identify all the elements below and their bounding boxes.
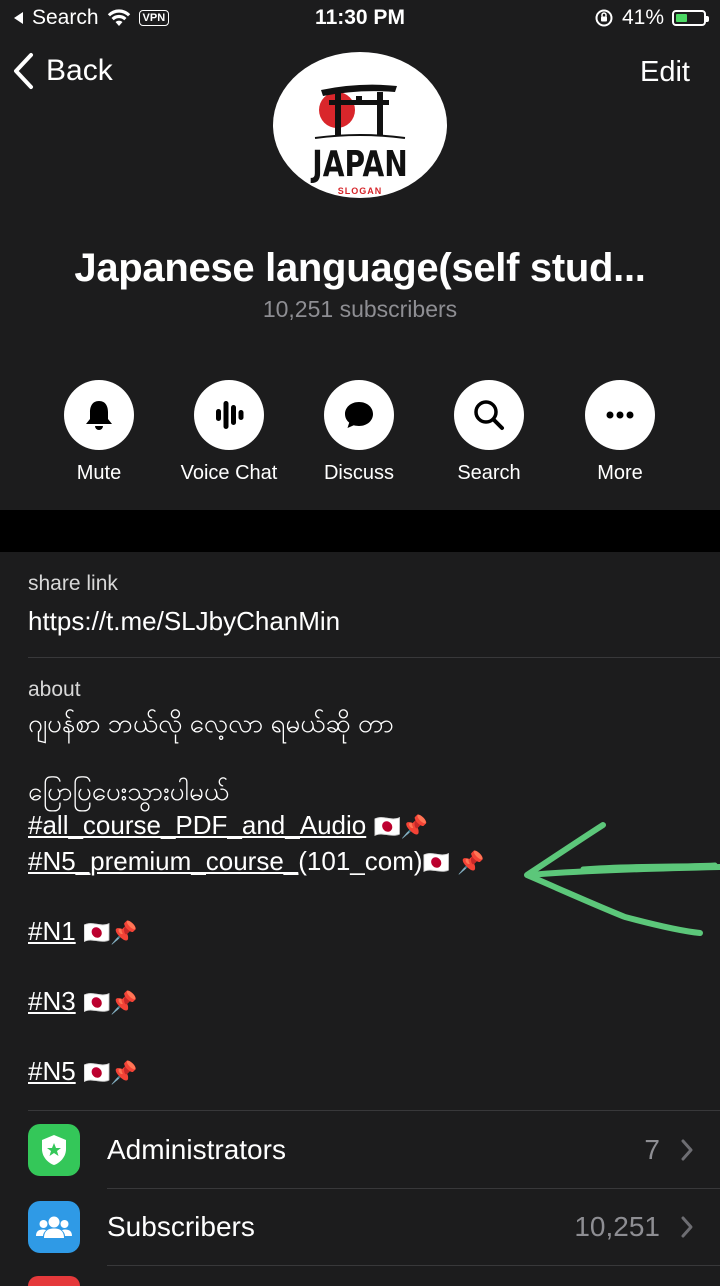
people-icon xyxy=(28,1201,80,1253)
mute-button[interactable]: Mute xyxy=(34,380,164,485)
action-bar: Mute Voice Chat Discuss Search More xyxy=(0,380,720,490)
separator xyxy=(28,657,720,658)
status-bar: Search VPN 11:30 PM 41% xyxy=(0,0,720,36)
chevron-right-icon xyxy=(681,1216,693,1238)
japan-flag-icon: 🇯🇵 xyxy=(373,814,401,839)
hashtag-n5-premium-suffix: (101_com) xyxy=(298,846,423,876)
subscriber-count: 10,251 subscribers xyxy=(262,296,458,322)
orientation-lock-icon xyxy=(595,9,613,27)
administrators-count: 7 xyxy=(644,1134,660,1165)
separator xyxy=(107,1265,720,1266)
hashtag-n5[interactable]: #N5 xyxy=(28,1056,76,1086)
japan-flag-icon: 🇯🇵 xyxy=(82,990,111,1015)
japan-flag-icon: 🇯🇵 xyxy=(82,920,111,945)
share-link-label: share link xyxy=(28,572,118,595)
admin-shield-icon xyxy=(28,1124,80,1176)
back-button[interactable]: Back xyxy=(12,52,113,90)
about-label: about xyxy=(28,678,81,701)
back-label: Back xyxy=(46,54,113,87)
more-label: More xyxy=(597,462,643,484)
voice-chat-label: Voice Chat xyxy=(180,462,278,484)
hashtag-n3[interactable]: #N3 xyxy=(28,986,76,1016)
edit-button[interactable]: Edit xyxy=(640,56,690,89)
discuss-button[interactable]: Discuss xyxy=(294,380,424,485)
pushpin-icon: 📌 xyxy=(457,850,485,875)
hashtag-all-course[interactable]: #all_course_PDF_and_Audio xyxy=(28,810,366,840)
chevron-left-icon xyxy=(14,53,33,89)
pushpin-icon: 📌 xyxy=(400,814,429,839)
battery-icon xyxy=(672,10,709,26)
discuss-label: Discuss xyxy=(323,462,394,484)
mute-label: Mute xyxy=(76,462,122,484)
voice-wave-icon xyxy=(194,380,264,450)
channel-avatar[interactable]: JAPAN SLOGAN xyxy=(273,52,447,198)
status-right: 41% xyxy=(594,6,709,30)
about-line-1: ဂျပန်စာ ဘယ်လို လေ့လာ ရမယ်ဆို တာ xyxy=(28,708,394,738)
pushpin-icon: 📌 xyxy=(110,920,138,945)
more-button[interactable]: More xyxy=(555,380,685,485)
subscribers-row[interactable]: Subscribers 10,251 xyxy=(0,1189,720,1265)
voice-chat-button[interactable]: Voice Chat xyxy=(164,380,294,485)
hashtag-n5-premium[interactable]: #N5_premium_course_ xyxy=(28,846,298,876)
ellipsis-icon xyxy=(585,380,655,450)
next-row-icon[interactable] xyxy=(28,1276,80,1286)
pushpin-icon: 📌 xyxy=(110,990,138,1015)
administrators-label: Administrators xyxy=(107,1134,286,1165)
pushpin-icon: 📌 xyxy=(110,1060,138,1085)
about-line-2: ပြောပြပေးသွားပါမယ် xyxy=(28,776,230,806)
subscribers-label: Subscribers xyxy=(107,1211,255,1242)
channel-title: Japanese language(self stud... xyxy=(74,246,646,290)
chevron-right-icon xyxy=(681,1139,693,1161)
logo-text: JAPAN xyxy=(312,144,408,185)
japan-flag-icon: 🇯🇵 xyxy=(82,1060,111,1085)
chat-bubble-icon xyxy=(324,380,394,450)
hashtag-n1[interactable]: #N1 xyxy=(28,916,76,946)
battery-percent: 41% xyxy=(621,6,664,29)
search-button[interactable]: Search xyxy=(424,380,554,485)
annotation-arrow-icon xyxy=(524,822,720,936)
bell-icon xyxy=(64,380,134,450)
share-link-value[interactable]: https://t.me/SLJbyChanMin xyxy=(28,606,340,637)
search-icon xyxy=(454,380,524,450)
section-divider xyxy=(0,510,720,552)
search-label: Search xyxy=(457,462,521,484)
administrators-row[interactable]: Administrators 7 xyxy=(0,1112,720,1188)
logo-subtext: SLOGAN xyxy=(337,186,383,196)
subscribers-count: 10,251 xyxy=(574,1211,660,1242)
japan-flag-icon: 🇯🇵 xyxy=(422,850,450,875)
separator xyxy=(28,1110,720,1111)
